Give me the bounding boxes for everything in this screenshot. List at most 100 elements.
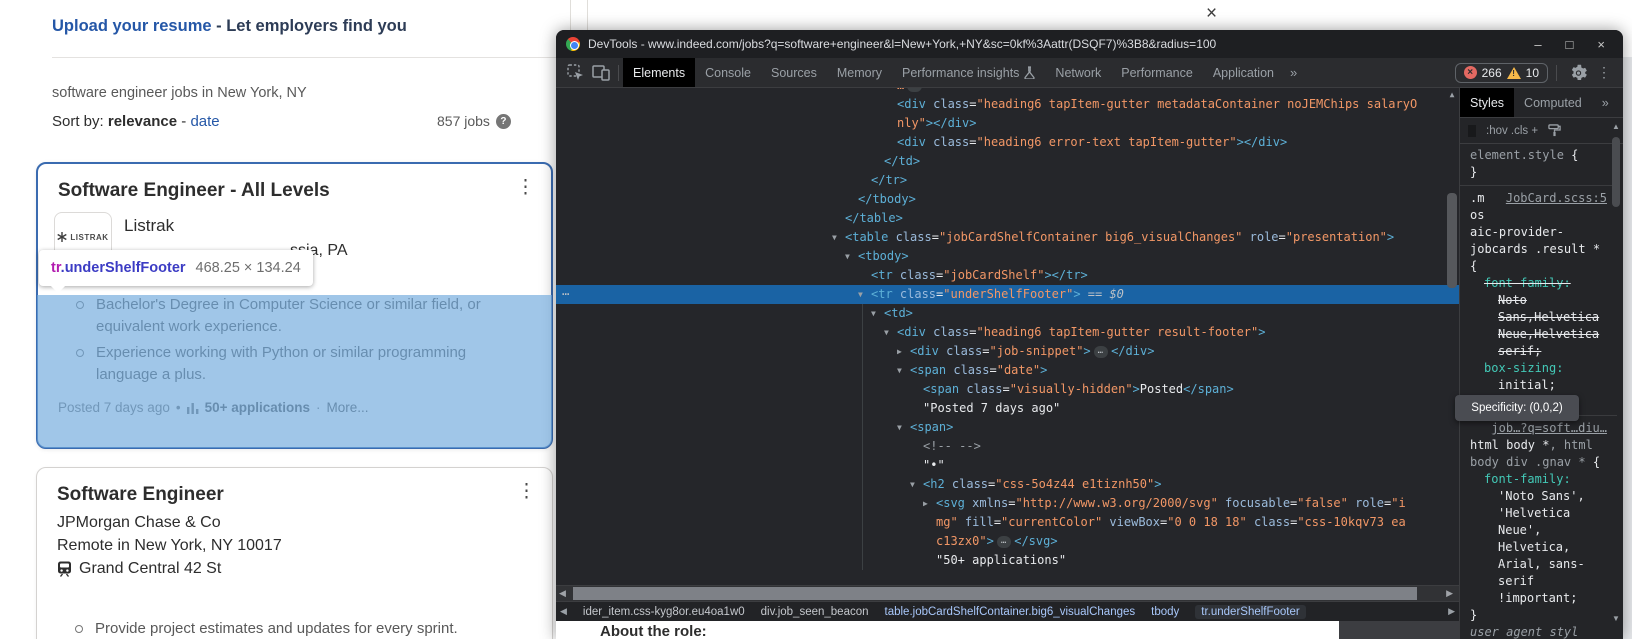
tree-line[interactable]: <span class="visually-hidden">Posted</sp… <box>556 380 1459 399</box>
stylesheet-source-link[interactable]: job…?q=soft…diu… <box>1491 420 1607 437</box>
css-rule-line[interactable]: Neue', <box>1470 522 1607 539</box>
styles-toolbar-items[interactable]: :hov .cls + <box>1486 125 1538 137</box>
css-rule-line[interactable]: Arial, sans- <box>1470 556 1607 573</box>
css-rule-line[interactable]: Neue,Helvetica <box>1470 326 1607 343</box>
css-rule-line[interactable]: font-family: <box>1470 471 1607 488</box>
expand-arrow-icon[interactable]: ▼ <box>858 285 863 304</box>
stylesheet-source-link[interactable]: JobCard.scss:5 <box>1506 190 1607 207</box>
styles-more-tabs-chevron[interactable]: » <box>1592 88 1619 117</box>
expand-arrow-icon[interactable]: ▼ <box>897 418 902 437</box>
inspect-element-icon[interactable] <box>562 61 588 85</box>
scrollbar-thumb[interactable] <box>573 587 1417 600</box>
more-link[interactable]: More... <box>327 400 369 415</box>
tree-line[interactable]: ▼ <h2 class="css-5o4z44 e1tiznh50"> <box>556 475 1459 494</box>
css-rule-line[interactable]: } <box>1470 164 1607 181</box>
devtools-titlebar[interactable]: DevTools - www.indeed.com/jobs?q=softwar… <box>556 30 1623 58</box>
css-rule-line[interactable]: box-sizing: <box>1470 360 1607 377</box>
css-rule-line[interactable]: { <box>1470 258 1607 275</box>
css-rule-line[interactable]: initial; <box>1470 377 1607 394</box>
css-rule-line[interactable]: Sans,Helvetica <box>1470 309 1607 326</box>
css-rule-line[interactable]: body div .gnav * { <box>1470 454 1607 471</box>
tree-line[interactable]: ▼ <span class="date"> <box>556 361 1459 380</box>
scroll-right-icon[interactable]: ▶ <box>1446 588 1453 599</box>
elements-scrollbar[interactable]: ▲ <box>1445 88 1459 585</box>
breadcrumb-item[interactable]: table.jobCardShelfContainer.big6_visualC… <box>885 606 1136 618</box>
breadcrumb-item[interactable]: div.job_seen_beacon <box>761 606 869 618</box>
css-rule-line[interactable]: Helvetica, <box>1470 539 1607 556</box>
expand-inline-icon[interactable]: … <box>1093 346 1109 358</box>
close-icon[interactable]: × <box>1206 3 1217 25</box>
crumb-left-arrow-icon[interactable]: ◀ <box>560 606 567 617</box>
scroll-left-icon[interactable]: ◀ <box>559 588 566 599</box>
tab-performance[interactable]: Performance <box>1111 58 1203 87</box>
expand-arrow-icon[interactable]: ▶ <box>923 494 928 513</box>
tree-line[interactable]: ▶ <svg xmlns="http://www.w3.org/2000/svg"… <box>556 494 1459 513</box>
tab-sources[interactable]: Sources <box>761 58 827 87</box>
css-rule-line[interactable]: 'Noto Sans', <box>1470 488 1607 505</box>
breadcrumb-item[interactable]: tbody <box>1151 606 1179 618</box>
scrollbar-thumb[interactable] <box>1612 137 1620 207</box>
horizontal-scrollbar[interactable]: ◀ ▶ <box>556 585 1459 601</box>
tree-line[interactable]: </table> <box>556 209 1459 228</box>
tree-line[interactable]: "Posted 7 days ago" <box>556 399 1459 418</box>
expand-arrow-icon[interactable]: ▼ <box>845 247 850 266</box>
close-button[interactable]: × <box>1597 38 1605 51</box>
scroll-up-icon[interactable]: ▲ <box>1445 90 1459 99</box>
scroll-up-icon[interactable]: ▲ <box>1609 122 1623 131</box>
css-rule-line[interactable]: serif; <box>1470 343 1607 360</box>
tree-line-selected[interactable]: ⋯ ▼ <tr class="underShelfFooter"> == $0 <box>556 285 1459 304</box>
tree-line[interactable]: c13zx0">… </svg> <box>556 532 1459 551</box>
tree-line[interactable]: "•" <box>556 456 1459 475</box>
css-rule-line[interactable]: .m JobCard.scss:5 <box>1470 190 1607 207</box>
tree-line[interactable]: <!-- --> <box>556 437 1459 456</box>
devtools-kebab-icon[interactable]: ⋮ <box>1591 61 1617 85</box>
breadcrumb-item[interactable]: tr.underShelfFooter <box>1195 604 1306 619</box>
css-rule-line[interactable]: font-family: <box>1470 275 1607 292</box>
tab-elements[interactable]: Elements <box>623 58 696 87</box>
expand-arrow-icon[interactable]: ▼ <box>871 304 876 323</box>
sort-relevance[interactable]: relevance <box>108 113 177 130</box>
tree-line[interactable]: ▼ <div class="heading6 tapItem-gutter res… <box>556 323 1459 342</box>
job-card-listrak[interactable]: Software Engineer - All Levels ⋮ LISTRAK… <box>36 162 553 449</box>
tree-line[interactable]: ▼ <span> <box>556 418 1459 437</box>
job-title[interactable]: Software Engineer <box>57 484 224 506</box>
maximize-button[interactable]: □ <box>1566 38 1574 51</box>
device-toolbar-icon[interactable] <box>588 61 614 85</box>
tree-line[interactable]: nly"></div> <box>556 114 1459 133</box>
css-rule-line[interactable]: jobcards .result * <box>1470 241 1607 258</box>
expand-arrow-icon[interactable]: ▼ <box>897 361 902 380</box>
tree-line[interactable]: ▶ <div class="job-snippet">… </div> <box>556 342 1459 361</box>
css-rule-line[interactable]: job…?q=soft…diu… <box>1470 420 1607 437</box>
job-card-jpmorgan[interactable]: Software Engineer ⋮ JPMorgan Chase & Co … <box>36 467 553 639</box>
job-title[interactable]: Software Engineer - All Levels <box>58 180 330 202</box>
tree-line[interactable]: ▼ <td> <box>556 304 1459 323</box>
expand-arrow-icon[interactable]: ▼ <box>910 475 915 494</box>
css-rule-line[interactable]: user agent styl <box>1470 624 1607 639</box>
tree-line[interactable]: ▼ <tbody> <box>556 247 1459 266</box>
upload-resume-link[interactable]: Upload your resume <box>52 17 212 35</box>
console-issues-badge[interactable]: × 266 10 <box>1454 62 1548 83</box>
css-rule-line[interactable]: element.style { <box>1470 147 1607 164</box>
tab-memory[interactable]: Memory <box>827 58 892 87</box>
tab-console[interactable]: Console <box>695 58 761 87</box>
expand-arrow-icon[interactable]: ▶ <box>897 342 902 361</box>
tab-performance-insights[interactable]: Performance insights <box>892 58 1045 87</box>
expand-arrow-icon[interactable]: ▼ <box>832 228 837 247</box>
css-rule-line[interactable]: serif <box>1470 573 1607 590</box>
css-rule-line[interactable]: !important; <box>1470 590 1607 607</box>
expand-arrow-icon[interactable]: ▼ <box>884 323 889 342</box>
help-icon[interactable]: ? <box>495 113 511 129</box>
css-rule-line[interactable]: 'Helvetica <box>1470 505 1607 522</box>
tab-application[interactable]: Application <box>1203 58 1284 87</box>
scroll-down-icon[interactable]: ▼ <box>1609 614 1623 623</box>
css-rule-line[interactable]: html body *, html <box>1470 437 1607 454</box>
scrollbar-thumb[interactable] <box>1447 193 1457 288</box>
css-rule-line[interactable]: Noto <box>1470 292 1607 309</box>
tree-line[interactable]: <div class="heading6 tapItem-gutter meta… <box>556 95 1459 114</box>
settings-gear-icon[interactable] <box>1565 61 1591 85</box>
tree-line[interactable]: </td> <box>556 152 1459 171</box>
tree-line[interactable]: "50+ applications" <box>556 551 1459 570</box>
css-rule-line[interactable]: } <box>1470 607 1607 624</box>
css-rule-line[interactable]: aic-provider- <box>1470 224 1607 241</box>
sort-date-link[interactable]: date <box>190 113 219 130</box>
